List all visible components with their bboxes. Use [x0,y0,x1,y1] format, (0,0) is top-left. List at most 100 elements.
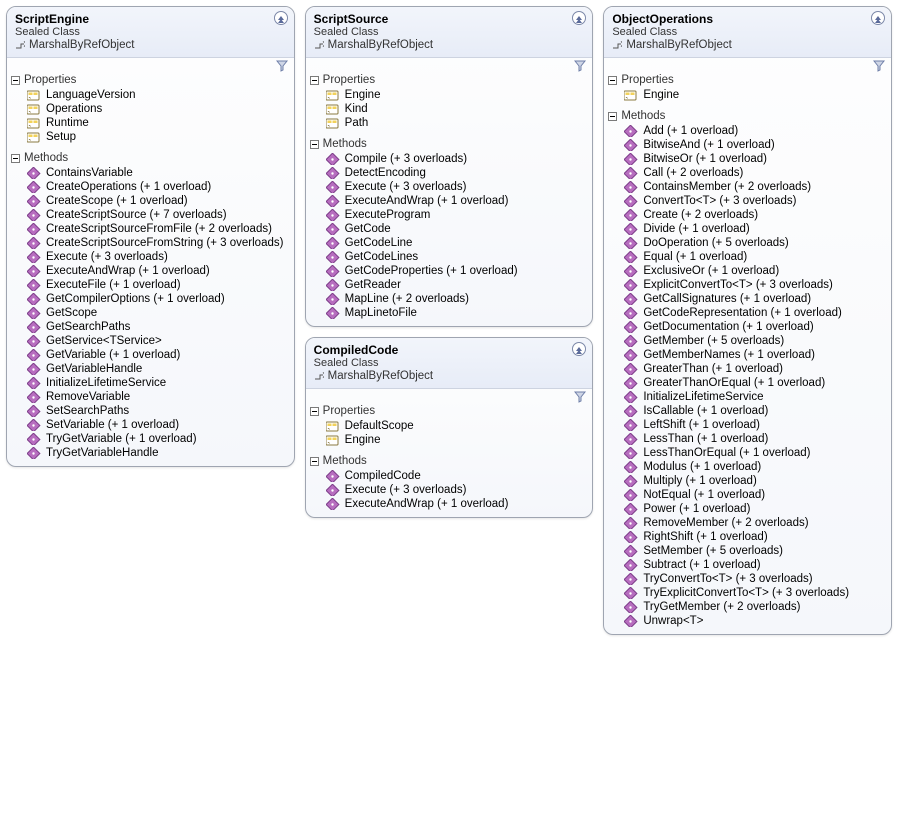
member-row[interactable]: GetScope [11,306,290,320]
member-row[interactable]: Add (+ 1 overload) [608,124,887,138]
member-row[interactable]: TryGetMember (+ 2 overloads) [608,600,887,614]
member-row[interactable]: RightShift (+ 1 overload) [608,530,887,544]
member-row[interactable]: DetectEncoding [310,166,589,180]
collapse-button[interactable] [274,11,288,25]
member-row[interactable]: CreateScope (+ 1 overload) [11,194,290,208]
member-row[interactable]: ExecuteAndWrap (+ 1 overload) [310,194,589,208]
member-row[interactable]: GetCode [310,222,589,236]
member-row[interactable]: Modulus (+ 1 overload) [608,460,887,474]
member-row[interactable]: LessThan (+ 1 overload) [608,432,887,446]
member-row[interactable]: Runtime [11,116,290,130]
section-header-properties[interactable]: Properties [604,72,891,88]
filter-button[interactable] [574,60,586,72]
member-row[interactable]: Execute (+ 3 overloads) [310,180,589,194]
member-row[interactable]: GetCodeLines [310,250,589,264]
section-header-methods[interactable]: Methods [604,108,891,124]
member-row[interactable]: LeftShift (+ 1 overload) [608,418,887,432]
member-row[interactable]: GetVariableHandle [11,362,290,376]
member-row[interactable]: GetCodeProperties (+ 1 overload) [310,264,589,278]
member-row[interactable]: Engine [310,88,589,102]
member-row[interactable]: Create (+ 2 overloads) [608,208,887,222]
member-row[interactable]: ExplicitConvertTo<T> (+ 3 overloads) [608,278,887,292]
member-row[interactable]: CreateScriptSource (+ 7 overloads) [11,208,290,222]
member-row[interactable]: TryGetVariable (+ 1 overload) [11,432,290,446]
section-header-properties[interactable]: Properties [7,72,294,88]
filter-button[interactable] [873,60,885,72]
member-row[interactable]: TryConvertTo<T> (+ 3 overloads) [608,572,887,586]
member-row[interactable]: TryGetVariableHandle [11,446,290,460]
member-row[interactable]: GetDocumentation (+ 1 overload) [608,320,887,334]
member-row[interactable]: CompiledCode [310,469,589,483]
member-row[interactable]: GetMember (+ 5 overloads) [608,334,887,348]
member-row[interactable]: InitializeLifetimeService [11,376,290,390]
member-row[interactable]: Path [310,116,589,130]
member-row[interactable]: ExecuteAndWrap (+ 1 overload) [11,264,290,278]
class-object-operations[interactable]: ObjectOperations Sealed Class MarshalByR… [603,6,892,635]
member-row[interactable]: Engine [608,88,887,102]
member-row[interactable]: SetMember (+ 5 overloads) [608,544,887,558]
member-row[interactable]: Execute (+ 3 overloads) [310,483,589,497]
member-row[interactable]: GetCallSignatures (+ 1 overload) [608,292,887,306]
member-row[interactable]: RemoveMember (+ 2 overloads) [608,516,887,530]
member-row[interactable]: Subtract (+ 1 overload) [608,558,887,572]
section-header-methods[interactable]: Methods [306,136,593,152]
member-row[interactable]: CreateScriptSourceFromFile (+ 2 overload… [11,222,290,236]
collapse-button[interactable] [871,11,885,25]
member-row[interactable]: GetSearchPaths [11,320,290,334]
member-row[interactable]: Multiply (+ 1 overload) [608,474,887,488]
member-row[interactable]: GreaterThan (+ 1 overload) [608,362,887,376]
member-row[interactable]: GreaterThanOrEqual (+ 1 overload) [608,376,887,390]
section-header-properties[interactable]: Properties [306,72,593,88]
class-script-source[interactable]: ScriptSource Sealed Class MarshalByRefOb… [305,6,594,327]
member-row[interactable]: LanguageVersion [11,88,290,102]
member-row[interactable]: RemoveVariable [11,390,290,404]
member-row[interactable]: Kind [310,102,589,116]
member-row[interactable]: GetService<TService> [11,334,290,348]
member-row[interactable]: Engine [310,433,589,447]
section-header-methods[interactable]: Methods [306,453,593,469]
member-row[interactable]: ExecuteProgram [310,208,589,222]
member-row[interactable]: ExecuteFile (+ 1 overload) [11,278,290,292]
member-row[interactable]: Operations [11,102,290,116]
member-row[interactable]: Call (+ 2 overloads) [608,166,887,180]
class-script-engine[interactable]: ScriptEngine Sealed Class MarshalByRefOb… [6,6,295,467]
member-row[interactable]: GetVariable (+ 1 overload) [11,348,290,362]
member-row[interactable]: BitwiseAnd (+ 1 overload) [608,138,887,152]
member-row[interactable]: ContainsVariable [11,166,290,180]
member-row[interactable]: Power (+ 1 overload) [608,502,887,516]
member-row[interactable]: BitwiseOr (+ 1 overload) [608,152,887,166]
member-row[interactable]: Divide (+ 1 overload) [608,222,887,236]
member-row[interactable]: Equal (+ 1 overload) [608,250,887,264]
class-compiled-code[interactable]: CompiledCode Sealed Class MarshalByRefOb… [305,337,594,518]
filter-button[interactable] [276,60,288,72]
member-row[interactable]: ConvertTo<T> (+ 3 overloads) [608,194,887,208]
section-header-properties[interactable]: Properties [306,403,593,419]
member-row[interactable]: SetVariable (+ 1 overload) [11,418,290,432]
member-row[interactable]: ContainsMember (+ 2 overloads) [608,180,887,194]
member-row[interactable]: GetReader [310,278,589,292]
member-row[interactable]: MapLine (+ 2 overloads) [310,292,589,306]
member-row[interactable]: GetCodeRepresentation (+ 1 overload) [608,306,887,320]
member-row[interactable]: ExclusiveOr (+ 1 overload) [608,264,887,278]
member-row[interactable]: GetCompilerOptions (+ 1 overload) [11,292,290,306]
member-row[interactable]: GetMemberNames (+ 1 overload) [608,348,887,362]
member-row[interactable]: DoOperation (+ 5 overloads) [608,236,887,250]
member-row[interactable]: Execute (+ 3 overloads) [11,250,290,264]
member-row[interactable]: SetSearchPaths [11,404,290,418]
member-row[interactable]: CreateOperations (+ 1 overload) [11,180,290,194]
member-row[interactable]: InitializeLifetimeService [608,390,887,404]
member-row[interactable]: NotEqual (+ 1 overload) [608,488,887,502]
member-row[interactable]: MapLinetoFile [310,306,589,320]
member-row[interactable]: LessThanOrEqual (+ 1 overload) [608,446,887,460]
member-row[interactable]: DefaultScope [310,419,589,433]
member-row[interactable]: GetCodeLine [310,236,589,250]
member-row[interactable]: TryExplicitConvertTo<T> (+ 3 overloads) [608,586,887,600]
member-row[interactable]: Unwrap<T> [608,614,887,628]
member-row[interactable]: IsCallable (+ 1 overload) [608,404,887,418]
member-row[interactable]: Compile (+ 3 overloads) [310,152,589,166]
section-header-methods[interactable]: Methods [7,150,294,166]
member-row[interactable]: ExecuteAndWrap (+ 1 overload) [310,497,589,511]
member-row[interactable]: Setup [11,130,290,144]
filter-button[interactable] [574,391,586,403]
member-row[interactable]: CreateScriptSourceFromString (+ 3 overlo… [11,236,290,250]
